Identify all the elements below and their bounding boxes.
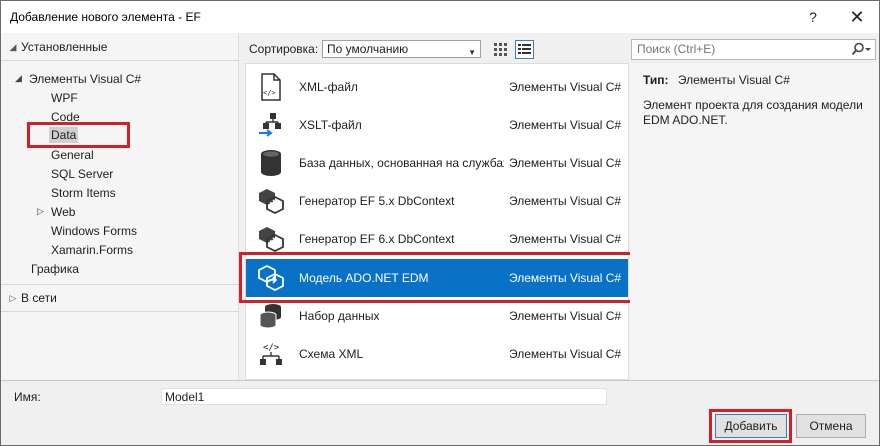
item-category: Элементы Visual C# (509, 194, 622, 208)
svg-text:</>: </> (263, 343, 280, 353)
item-name: Схема XML (299, 347, 364, 361)
tree-item-label: Web (51, 204, 76, 219)
divider (1, 284, 239, 285)
title-bar: Добавление нового элемента - EF ? ✕ (1, 1, 879, 33)
detail-type-value: Элементы Visual C# (677, 73, 790, 87)
item-name: Модель ADO.NET EDM (299, 271, 429, 285)
list-item-dataset[interactable]: Набор данных Элементы Visual C# (246, 297, 628, 335)
tree-item-label: Xamarin.Forms (51, 242, 134, 257)
tree-item-data[interactable]: Data (49, 125, 79, 144)
list-item-ef5-generator[interactable]: Генератор EF 5.x DbContext Элементы Visu… (246, 182, 628, 220)
item-category: Элементы Visual C# (509, 80, 622, 94)
tree-item-label: General (51, 147, 94, 162)
section-installed-label: Установленные (21, 40, 108, 54)
tree-item-graphics[interactable]: Графика (31, 259, 79, 278)
tree-item-visual-csharp[interactable]: ◢ Элементы Visual C# (15, 69, 141, 88)
section-online-label: В сети (21, 291, 57, 305)
name-field[interactable] (161, 388, 607, 405)
list-toolbar: Сортировка: По умолчанию ▼ (239, 33, 879, 63)
detail-type: Тип: Элементы Visual C# (643, 73, 790, 87)
detail-type-key: Тип: (643, 73, 669, 87)
edm-model-icon (258, 264, 284, 292)
item-category: Элементы Visual C# (509, 118, 622, 132)
help-button[interactable]: ? (793, 3, 833, 31)
item-name: Набор данных (299, 309, 380, 323)
add-new-item-dialog: Добавление нового элемента - EF ? ✕ ◢ Ус… (0, 0, 880, 446)
list-item-ef6-generator[interactable]: Генератор EF 6.x DbContext Элементы Visu… (246, 220, 628, 258)
tree-item-storm-items[interactable]: Storm Items (51, 183, 116, 202)
ef-generator-icon (259, 189, 284, 215)
list-item-service-database[interactable]: База данных, основанная на службах Элеме… (246, 144, 628, 182)
xml-file-icon: </> (261, 73, 281, 101)
divider (1, 311, 239, 312)
expand-arrow-icon[interactable]: ▷ (5, 293, 21, 304)
divider (1, 60, 239, 61)
grid-view-button[interactable] (491, 40, 510, 59)
details-pane: Тип: Элементы Visual C# Элемент проекта … (630, 63, 879, 380)
tree-item-code[interactable]: Code (51, 107, 80, 126)
tree-item-label: SQL Server (51, 166, 114, 181)
sort-label: Сортировка: (249, 42, 319, 56)
tree-item-label: Графика (31, 261, 79, 276)
xslt-file-icon (259, 113, 281, 137)
tree-item-wpf[interactable]: WPF (51, 88, 78, 107)
tree-item-web[interactable]: ▷ Web (37, 202, 75, 221)
tree-item-label: Windows Forms (51, 223, 138, 238)
tree-item-label: Storm Items (51, 185, 116, 200)
collapse-arrow-icon[interactable]: ◢ (15, 73, 29, 84)
section-online[interactable]: ▷ В сети (1, 287, 239, 309)
tree-item-label: Data (49, 126, 79, 143)
tree-item-label: Code (51, 109, 80, 124)
detail-description: Элемент проекта для создания модели EDM … (643, 98, 863, 127)
tree-item-label: Элементы Visual C# (29, 71, 142, 86)
chevron-down-icon: ▼ (468, 48, 476, 57)
collapse-arrow-icon[interactable]: ◢ (5, 42, 21, 53)
list-view-icon (518, 44, 531, 54)
name-label: Имя: (14, 390, 41, 404)
svg-text:</>: </> (263, 89, 276, 97)
close-button[interactable]: ✕ (837, 3, 877, 31)
database-icon (261, 150, 281, 176)
item-name: База данных, основанная на службах (299, 156, 504, 170)
tree-item-label: WPF (51, 90, 78, 105)
ef-generator-icon (259, 227, 284, 253)
section-installed[interactable]: ◢ Установленные (1, 36, 239, 58)
search-box[interactable] (631, 39, 876, 60)
list-item-xml-file[interactable]: </> XML-файл Элементы Visual C# (246, 68, 628, 106)
item-category: Элементы Visual C# (509, 156, 622, 170)
item-category: Элементы Visual C# (509, 309, 622, 323)
xml-schema-icon: </> (260, 343, 282, 365)
list-item-xml-schema[interactable]: </> Схема XML Элементы Visual C# (246, 335, 628, 373)
item-name: XML-файл (299, 80, 358, 94)
add-button[interactable]: Добавить (715, 414, 787, 438)
dialog-title: Добавление нового элемента - EF (10, 10, 201, 24)
template-tree-pane: ◢ Установленные ◢ Элементы Visual C# WPF… (1, 33, 239, 380)
search-input[interactable] (637, 42, 837, 56)
item-category: Элементы Visual C# (509, 347, 622, 361)
item-name: Генератор EF 6.x DbContext (299, 232, 455, 246)
cancel-button[interactable]: Отмена (796, 414, 866, 438)
list-item-ado-net-edm[interactable]: Модель ADO.NET EDM Элементы Visual C# (246, 259, 628, 297)
tree-item-sql-server[interactable]: SQL Server (51, 164, 113, 183)
tree-item-windows-forms[interactable]: Windows Forms (51, 221, 137, 240)
expand-arrow-icon[interactable]: ▷ (37, 206, 51, 217)
tree-item-general[interactable]: General (51, 145, 94, 164)
item-category: Элементы Visual C# (509, 271, 622, 285)
dataset-icon (259, 304, 281, 329)
search-icon[interactable] (851, 42, 871, 57)
item-name: Генератор EF 5.x DbContext (299, 194, 455, 208)
grid-view-icon (494, 43, 507, 56)
item-category: Элементы Visual C# (509, 232, 622, 246)
tree-item-xamarin-forms[interactable]: Xamarin.Forms (51, 240, 133, 259)
sort-dropdown-value: По умолчанию (327, 42, 409, 56)
divider (1, 380, 879, 381)
list-view-button[interactable] (515, 40, 534, 59)
item-name: XSLT-файл (299, 118, 362, 132)
template-list: </> XML-файл Элементы Visual C# XSLT-фай… (245, 63, 629, 380)
sort-dropdown[interactable]: По умолчанию ▼ (322, 40, 481, 58)
list-item-xslt-file[interactable]: XSLT-файл Элементы Visual C# (246, 106, 628, 144)
